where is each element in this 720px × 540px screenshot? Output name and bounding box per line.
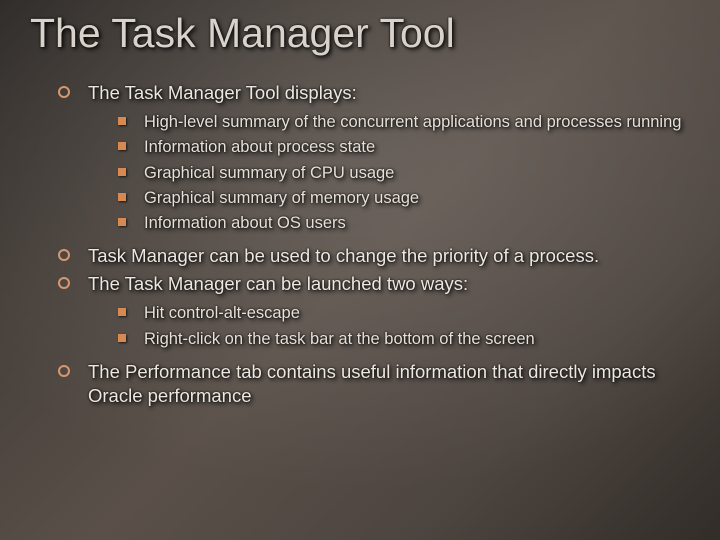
list-item-text: The Task Manager can be launched two way… <box>88 273 468 294</box>
slide: The Task Manager Tool The Task Manager T… <box>0 0 720 540</box>
sub-list: High-level summary of the concurrent app… <box>88 111 690 234</box>
sub-list-item: Hit control-alt-escape <box>118 302 690 324</box>
list-item-text: Task Manager can be used to change the p… <box>88 245 599 266</box>
sub-list: Hit control-alt-escape Right-click on th… <box>88 302 690 350</box>
sub-list-item: Graphical summary of memory usage <box>118 187 690 209</box>
bullet-list: The Task Manager Tool displays: High-lev… <box>30 81 690 408</box>
list-item: Task Manager can be used to change the p… <box>58 244 690 268</box>
list-item: The Task Manager Tool displays: High-lev… <box>58 81 690 234</box>
sub-list-item: High-level summary of the concurrent app… <box>118 111 690 133</box>
sub-list-item: Right-click on the task bar at the botto… <box>118 328 690 350</box>
sub-list-item: Graphical summary of CPU usage <box>118 162 690 184</box>
list-item: The Performance tab contains useful info… <box>58 360 690 408</box>
slide-title: The Task Manager Tool <box>30 10 690 57</box>
sub-list-item: Information about OS users <box>118 212 690 234</box>
list-item: The Task Manager can be launched two way… <box>58 272 690 350</box>
list-item-text: The Performance tab contains useful info… <box>88 361 656 406</box>
list-item-text: The Task Manager Tool displays: <box>88 82 357 103</box>
sub-list-item: Information about process state <box>118 136 690 158</box>
